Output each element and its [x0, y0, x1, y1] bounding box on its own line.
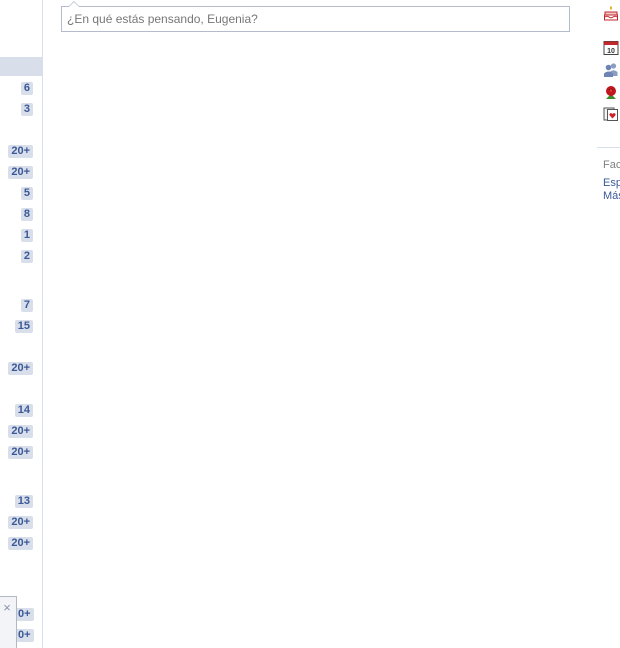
count-badge[interactable]: 20+: [8, 166, 33, 179]
birthday-cake-icon[interactable]: [603, 6, 619, 22]
count-badge-clipped[interactable]: 0+: [17, 608, 34, 621]
count-badge[interactable]: 8: [20, 208, 33, 221]
footer-link-language[interactable]: Esp: [603, 177, 620, 190]
count-badge[interactable]: 2: [20, 250, 33, 263]
count-badge[interactable]: 20+: [8, 362, 33, 375]
right-sidebar-divider: [597, 147, 620, 148]
count-badge[interactable]: 20+: [8, 145, 33, 158]
count-badge[interactable]: 3: [20, 103, 33, 116]
count-badge[interactable]: 6: [20, 82, 33, 95]
count-badge[interactable]: 20+: [8, 425, 33, 438]
count-badge-clipped[interactable]: 0+: [17, 629, 34, 642]
count-badge[interactable]: 20+: [8, 537, 33, 550]
count-badge[interactable]: 20+: [8, 446, 33, 459]
count-badge[interactable]: 14: [14, 404, 33, 417]
footer-link-more[interactable]: Más: [603, 190, 620, 203]
count-badge[interactable]: 5: [20, 187, 33, 200]
page: 6 3 20+ 20+ 5 8 1 2 7 15 20+ 14 20+ 20+ …: [0, 0, 620, 648]
calendar-icon[interactable]: 10: [603, 40, 619, 56]
collapsed-chat-tab[interactable]: ×: [0, 596, 17, 648]
friends-icon[interactable]: [603, 62, 619, 78]
count-badge[interactable]: 13: [14, 495, 33, 508]
heart-card-icon[interactable]: [603, 106, 619, 122]
right-sidebar: 10 Fac Esp Más: [597, 0, 620, 648]
count-badge[interactable]: 20+: [8, 516, 33, 529]
count-badge[interactable]: 15: [14, 320, 33, 333]
status-input[interactable]: [62, 7, 569, 31]
status-composer: [61, 1, 570, 32]
left-sidebar: 6 3 20+ 20+ 5 8 1 2 7 15 20+ 14 20+ 20+ …: [0, 0, 43, 648]
footer-title: Fac: [603, 159, 620, 171]
count-badge[interactable]: 7: [20, 299, 33, 312]
count-badge[interactable]: 1: [20, 229, 33, 242]
left-sidebar-selected-item[interactable]: [0, 57, 42, 76]
close-icon[interactable]: ×: [0, 601, 14, 614]
calendar-day-label: 10: [607, 48, 615, 55]
rose-gift-icon[interactable]: [603, 84, 619, 100]
